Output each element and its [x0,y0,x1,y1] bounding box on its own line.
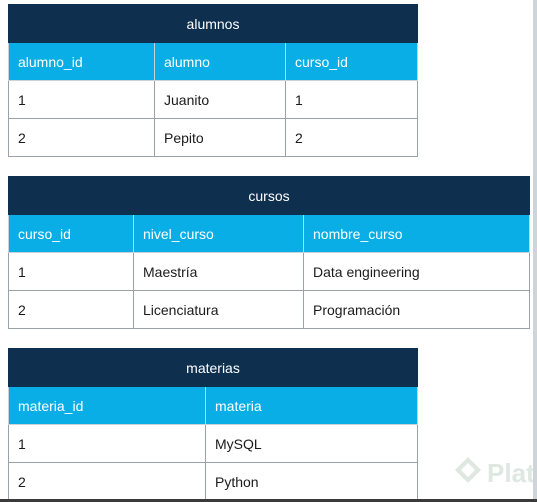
column-header: curso_id [285,42,419,81]
table-header-row: alumno_id alumno curso_id [8,42,419,81]
column-header: alumno [154,42,286,81]
column-header: materia [205,386,418,425]
table-cell: 1 [8,424,206,463]
table-title-row: cursos [8,176,530,215]
watermark-text: Plat [487,458,535,488]
column-header: nivel_curso [133,214,304,253]
table-cell: Python [205,462,418,501]
table-title: materias [8,348,418,387]
materias-table: materias materia_id materia 1 MySQL 2 Py… [8,348,418,501]
table-cell: MySQL [205,424,418,463]
table-row: 1 MySQL [8,424,418,463]
table-title: cursos [8,176,530,215]
table-cell: 1 [8,252,134,291]
table-row: 2 Licenciatura Programación [8,290,530,329]
table-cell: Licenciatura [133,290,304,329]
table-row: 1 Maestría Data engineering [8,252,530,291]
platzi-logo-icon [453,455,483,492]
column-header: curso_id [8,214,134,253]
cursos-table: cursos curso_id nivel_curso nombre_curso… [8,176,530,329]
table-cell: Programación [303,290,530,329]
column-header: nombre_curso [303,214,530,253]
table-header-row: materia_id materia [8,386,418,425]
table-cell: Pepito [154,118,286,157]
table-title-row: alumnos [7,4,419,43]
table-cell: Maestría [133,252,304,291]
table-cell: 1 [8,80,155,119]
frame-edge [533,0,537,502]
table-cell: 2 [8,118,155,157]
table-title-row: materias [8,348,418,387]
table-cell: 2 [8,290,134,329]
table-title: alumnos [7,4,419,43]
table-cell: 2 [8,462,206,501]
table-header-row: curso_id nivel_curso nombre_curso [8,214,530,253]
table-cell: Data engineering [303,252,530,291]
column-header: materia_id [8,386,206,425]
table-row: 2 Pepito 2 [8,118,419,157]
platzi-watermark: Plat [453,455,537,492]
alumnos-table: alumnos alumno_id alumno curso_id 1 Juan… [7,4,419,157]
column-header: alumno_id [8,42,155,81]
table-row: 1 Juanito 1 [8,80,419,119]
table-cell: 1 [284,80,419,119]
table-cell: Juanito [154,80,286,119]
table-cell: 2 [284,118,419,157]
table-row: 2 Python [8,462,418,501]
